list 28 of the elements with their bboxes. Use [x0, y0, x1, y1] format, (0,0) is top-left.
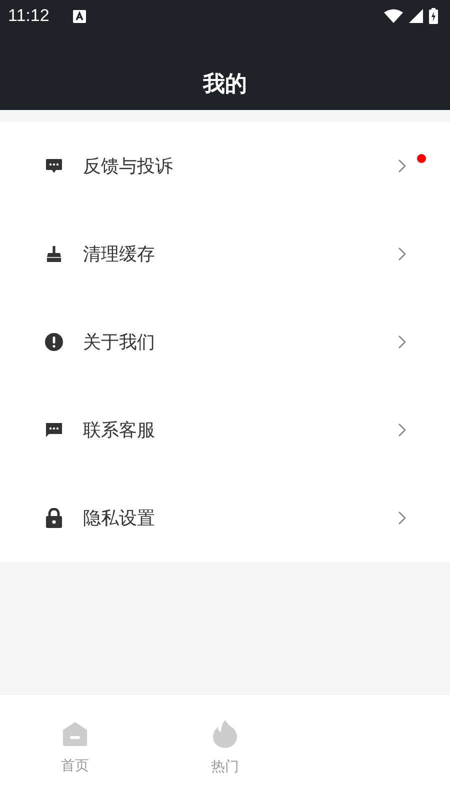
menu-item[interactable]: 关于我们	[0, 298, 450, 386]
chat-icon	[45, 421, 63, 439]
signal-icon	[409, 9, 423, 23]
lock-icon	[45, 508, 63, 528]
menu-item[interactable]: 反馈与投诉	[0, 122, 450, 210]
flame-icon	[213, 720, 237, 748]
chevron-right-icon	[398, 423, 406, 437]
status-time: 11:12	[8, 6, 50, 26]
menu-label: 清理缓存	[83, 243, 156, 266]
wifi-icon	[384, 9, 403, 23]
menu-label: 关于我们	[83, 331, 156, 354]
keyboard-notification-icon	[73, 10, 86, 22]
comment-icon	[45, 157, 63, 175]
broom-icon	[45, 245, 63, 263]
menu-item[interactable]: 联系客服	[0, 386, 450, 474]
exclamation-icon	[45, 333, 63, 351]
menu-item[interactable]: 清理缓存	[0, 210, 450, 298]
battery-icon	[429, 8, 438, 24]
page-title: 我的	[203, 71, 247, 99]
chevron-right-icon	[398, 247, 406, 261]
menu-label: 隐私设置	[83, 507, 156, 530]
chevron-right-icon	[398, 511, 406, 525]
menu-label: 联系客服	[83, 419, 156, 442]
chevron-right-icon	[398, 335, 406, 349]
menu-label: 反馈与投诉	[83, 155, 174, 178]
menu-item[interactable]: 隐私设置	[0, 474, 450, 562]
chevron-right-icon	[398, 159, 406, 173]
home-icon	[62, 720, 88, 746]
